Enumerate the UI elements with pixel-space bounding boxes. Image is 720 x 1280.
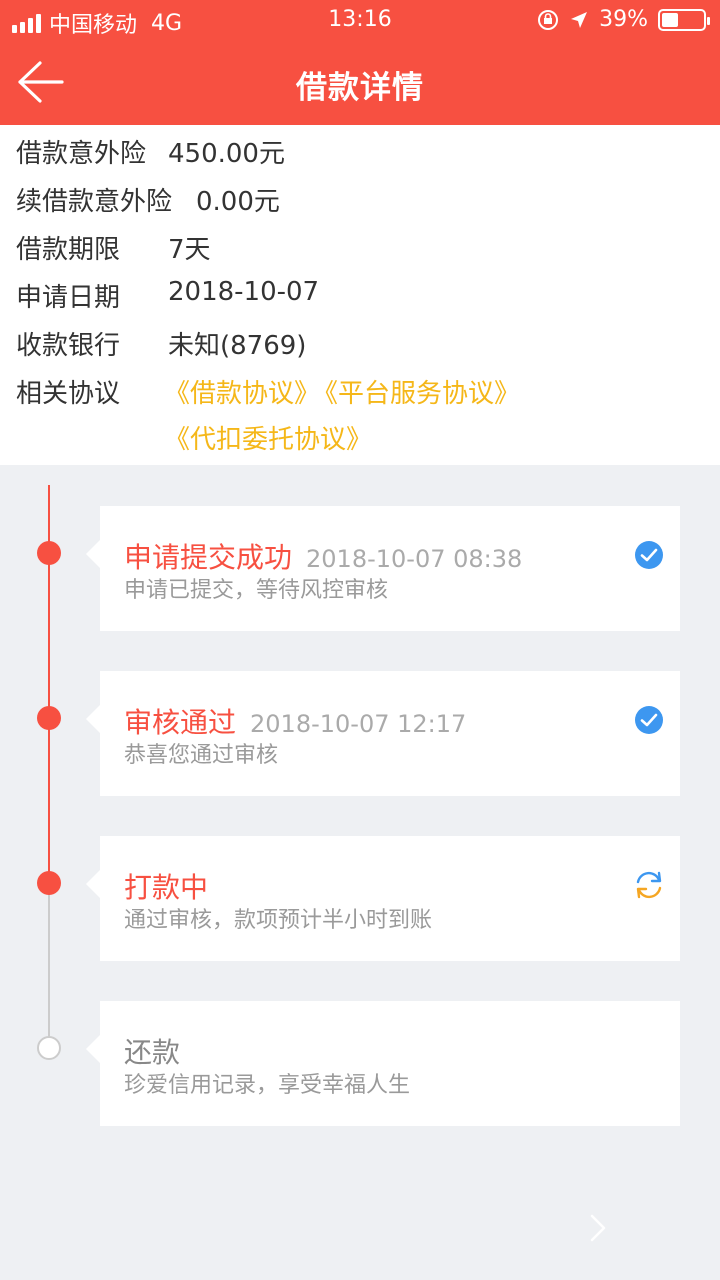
step-description: 恭喜您通过审核 [124,743,279,768]
battery-icon [658,8,710,31]
timeline-line-pending [48,883,50,1048]
nav-bar: 借款详情 [0,40,720,125]
step-description: 珍爱信用记录，享受幸福人生 [124,1073,411,1098]
info-value: 0.00元 [196,187,280,217]
info-label: 申请日期 [16,283,121,313]
info-row-insurance: 借款意外险 [16,133,146,170]
battery-percent: 39% [599,7,648,32]
step-description: 通过审核，款项预计半小时到账 [124,908,433,933]
chevron-right-icon[interactable] [588,1214,608,1242]
refresh-icon [636,871,662,899]
step-description: 申请已提交，等待风控审核 [124,578,389,603]
timeline-card-submitted: 申请提交成功 2018-10-07 08:38 申请已提交，等待风控审核 [86,506,680,631]
info-row-agreements: 相关协议 [16,373,120,410]
step-title: 打款中 [124,871,209,904]
withholding-agreement-link[interactable]: 《代扣委托协议》 [164,419,372,456]
info-row-apply-date: 申请日期 [16,277,120,314]
progress-timeline: 申请提交成功 2018-10-07 08:38 申请已提交，等待风控审核 审核通过… [0,465,720,1280]
app-header: 中国移动 4G 13:16 39% 借款详情 [0,0,720,125]
timeline-card-approved: 审核通过 2018-10-07 12:17 恭喜您通过审核 [86,671,680,796]
step-time: 2018-10-07 12:17 [250,710,467,738]
info-value: 450.00元 [168,139,285,169]
check-circle-icon [635,706,663,734]
platform-service-agreement-link[interactable]: 《平台服务协议》 [312,373,520,410]
timeline-dot [37,871,61,895]
step-title: 申请提交成功 2018-10-07 08:38 [124,541,523,574]
timeline-card-repayment: 还款 珍爱信用记录，享受幸福人生 [86,1001,680,1126]
info-value: 未知(8769) [168,331,307,361]
check-circle-icon [635,541,663,569]
rotation-lock-icon [538,9,559,30]
info-row-bank: 收款银行 [16,325,120,362]
info-label: 借款期限 [16,235,121,265]
info-label: 相关协议 [16,379,121,409]
step-title: 还款 [124,1036,181,1069]
info-label: 续借款意外险 [16,187,173,217]
loan-info-panel: 借款意外险 450.00元 续借款意外险 0.00元 借款期限 7天 申请日期 … [0,125,720,465]
info-label: 收款银行 [16,331,121,361]
info-row-renewal-insurance: 续借款意外险 [16,181,172,218]
step-time: 2018-10-07 08:38 [306,545,523,573]
timeline-dot [37,541,61,565]
info-value: 7天 [168,235,211,265]
info-value: 2018-10-07 [168,277,320,307]
info-label: 借款意外险 [16,139,147,169]
location-arrow-icon [571,11,588,28]
step-title: 审核通过 2018-10-07 12:17 [124,706,467,739]
timeline-dot [37,706,61,730]
info-row-term: 借款期限 [16,229,120,266]
timeline-card-disbursing: 打款中 通过审核，款项预计半小时到账 [86,836,680,961]
status-bar: 中国移动 4G 13:16 39% [0,0,720,40]
page-title: 借款详情 [296,70,424,106]
loan-agreement-link[interactable]: 《借款协议》 [164,373,320,410]
timeline-dot-pending [37,1036,61,1060]
